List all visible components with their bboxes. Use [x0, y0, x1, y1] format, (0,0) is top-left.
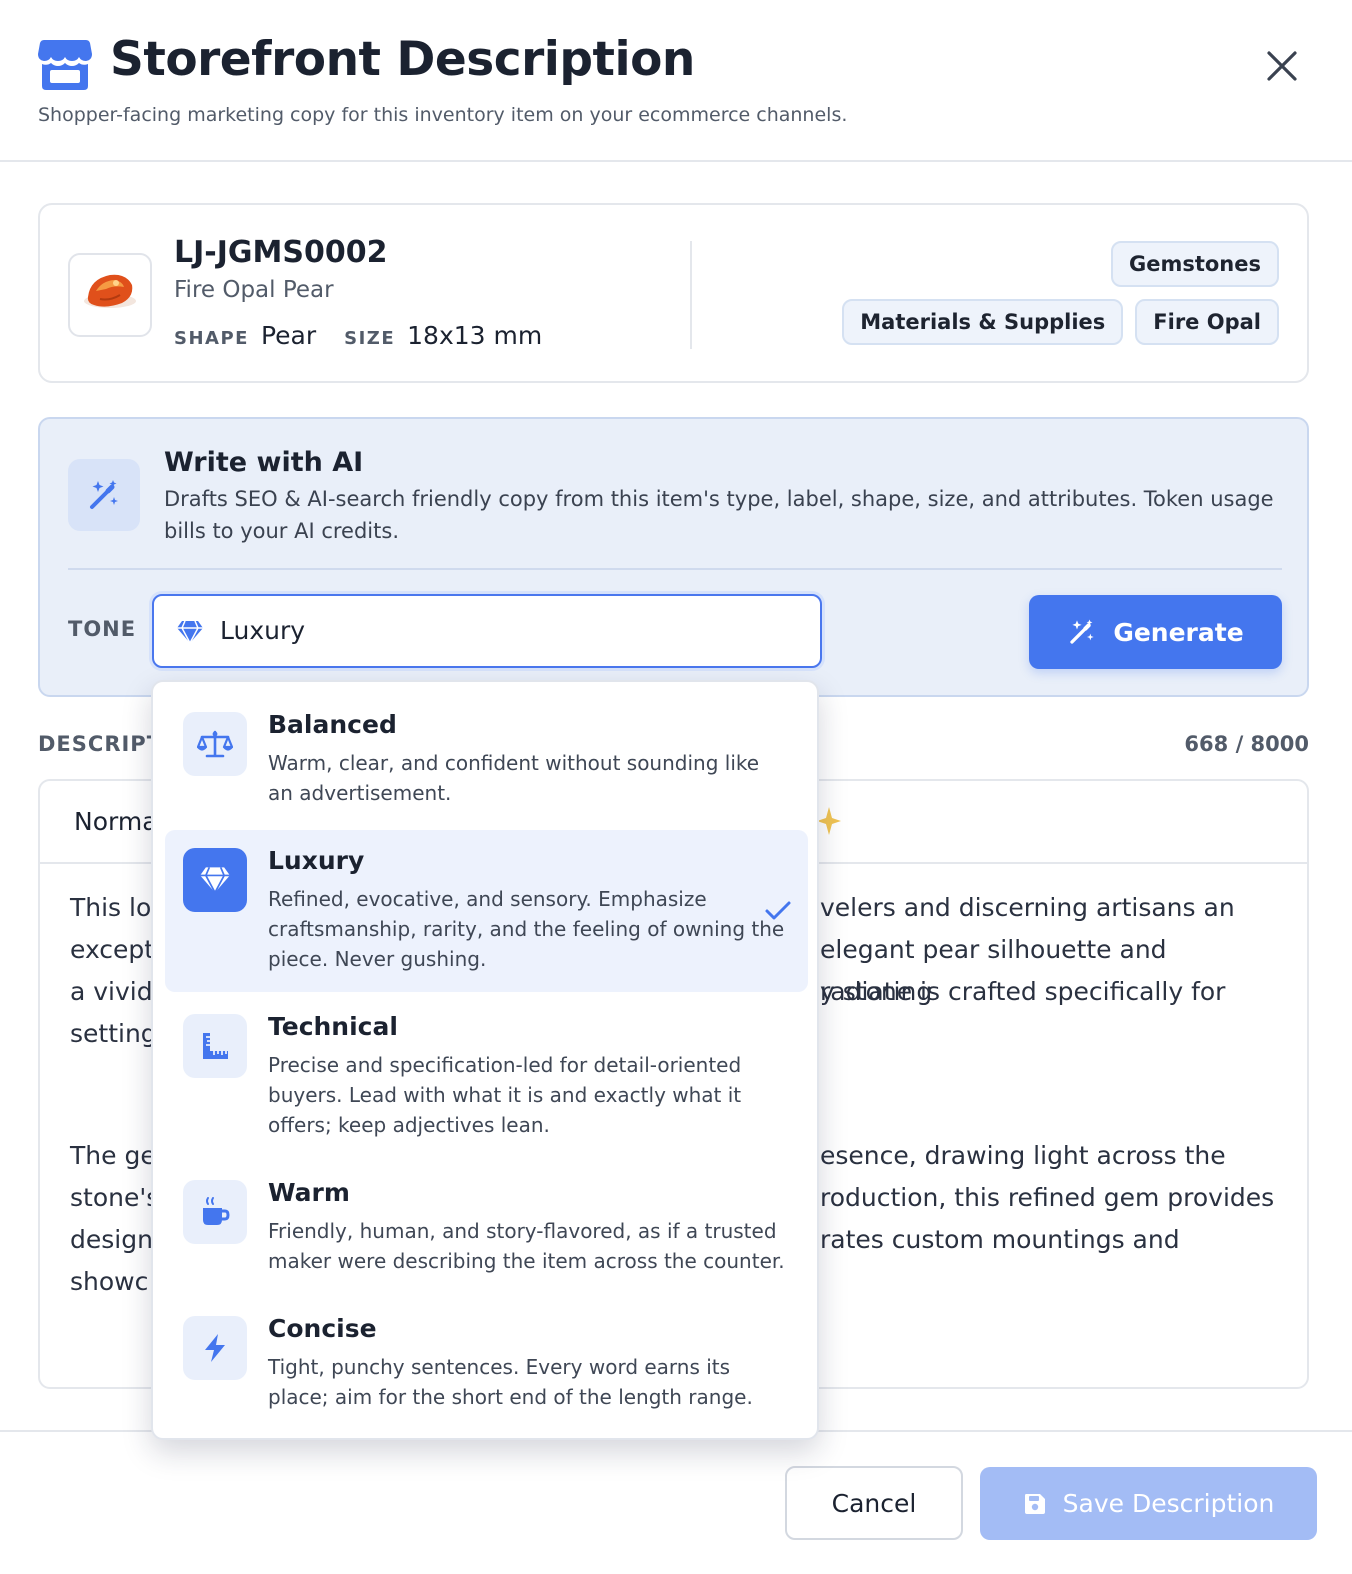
- tone-option-balanced[interactable]: Balanced Warm, clear, and confident with…: [165, 694, 808, 828]
- line-left: setting: [70, 1019, 157, 1048]
- modal-footer: Cancel Save Description: [0, 1430, 1352, 1574]
- write-with-ai-panel: Write with AI Drafts SEO & AI-search fri…: [38, 417, 1309, 697]
- ai-description: Drafts SEO & AI-search friendly copy fro…: [164, 487, 1274, 543]
- character-count: 668 / 8000: [1184, 732, 1309, 756]
- line-right: roduction, this refined gem provides: [820, 1183, 1275, 1212]
- close-icon[interactable]: [1262, 46, 1302, 86]
- generate-button[interactable]: Generate: [1029, 595, 1282, 669]
- item-thumbnail: [68, 253, 152, 337]
- line-left: The ge: [70, 1141, 156, 1170]
- gem-icon: [177, 620, 203, 644]
- description-label: DESCRIPT: [38, 732, 163, 756]
- tone-option-warm[interactable]: Warm Friendly, human, and story-flavored…: [165, 1166, 808, 1296]
- tone-option-luxury[interactable]: Luxury Refined, evocative, and sensory. …: [165, 830, 808, 992]
- ai-icon-box: [68, 459, 140, 531]
- line-right: velers and discerning artisans an: [820, 893, 1235, 922]
- storefront-description-modal: Storefront Description Shopper-facing ma…: [0, 0, 1352, 1574]
- line-left: design: [70, 1225, 153, 1254]
- format-select[interactable]: Norma: [74, 807, 158, 836]
- option-title: Balanced: [268, 710, 397, 739]
- line-left: except: [70, 935, 155, 964]
- save-icon: [1024, 1493, 1045, 1514]
- ai-divider: [68, 568, 1282, 570]
- item-summary-card: LJ-JGMS0002 Fire Opal Pear SHAPE Pear SI…: [38, 203, 1309, 383]
- item-sku: LJ-JGMS0002: [174, 235, 388, 270]
- option-description: Precise and specification-led for detail…: [268, 1053, 742, 1137]
- sparkle-icon[interactable]: [816, 806, 842, 836]
- check-icon: [765, 901, 791, 920]
- gem-icon: [183, 848, 247, 912]
- line-left: stone's: [70, 1183, 160, 1212]
- tag-fire-opal: Fire Opal: [1135, 299, 1279, 345]
- coffee-mug-icon: [183, 1180, 247, 1244]
- tag-materials-supplies: Materials & Supplies: [842, 299, 1124, 345]
- line-right: y stone is crafted specifically for: [820, 977, 1226, 1006]
- tag-gemstones: Gemstones: [1110, 241, 1279, 287]
- magic-wand-icon: [90, 480, 118, 509]
- lightning-bolt-icon: [183, 1316, 247, 1380]
- tone-select[interactable]: Luxury: [152, 594, 822, 668]
- tone-dropdown-menu: Balanced Warm, clear, and confident with…: [151, 680, 819, 1440]
- magic-wand-icon: [1070, 619, 1094, 644]
- size-value: 18x13 mm: [407, 321, 543, 350]
- option-description: Warm, clear, and confident without sound…: [268, 751, 760, 805]
- size-label: SIZE: [344, 328, 396, 349]
- ruler-icon: [183, 1014, 247, 1078]
- item-name: Fire Opal Pear: [174, 277, 334, 303]
- shape-value: Pear: [260, 321, 317, 350]
- line-right: esence, drawing light across the: [820, 1141, 1226, 1170]
- cancel-button[interactable]: Cancel: [785, 1466, 963, 1540]
- option-title: Concise: [268, 1314, 377, 1343]
- line-right: rates custom mountings and: [820, 1225, 1180, 1254]
- item-attributes: SHAPE Pear SIZE 18x13 mm: [174, 321, 570, 350]
- fire-opal-image: [84, 274, 136, 308]
- line-left: showc: [70, 1267, 149, 1296]
- save-label: Save Description: [1062, 1489, 1275, 1518]
- ai-title: Write with AI: [164, 447, 364, 478]
- option-title: Warm: [268, 1178, 350, 1207]
- page-subtitle: Shopper-facing marketing copy for this i…: [38, 104, 848, 126]
- tone-option-concise[interactable]: Concise Tight, punchy sentences. Every w…: [165, 1302, 808, 1432]
- option-description: Tight, punchy sentences. Every word earn…: [268, 1355, 753, 1409]
- card-divider: [690, 241, 692, 349]
- option-title: Technical: [268, 1012, 398, 1041]
- tone-select-value: Luxury: [220, 616, 306, 645]
- option-description: Friendly, human, and story-flavored, as …: [268, 1219, 785, 1273]
- option-description: Refined, evocative, and sensory. Emphasi…: [268, 887, 785, 971]
- generate-label: Generate: [1113, 617, 1244, 647]
- page-title: Storefront Description: [110, 32, 695, 87]
- tone-label: TONE: [68, 617, 137, 641]
- item-tags: Gemstones Materials & Supplies Fire Opal: [839, 241, 1279, 345]
- line-left: a vivid: [70, 977, 153, 1006]
- save-description-button[interactable]: Save Description: [980, 1467, 1317, 1540]
- option-title: Luxury: [268, 846, 365, 875]
- balance-scale-icon: [183, 712, 247, 776]
- storefront-icon: [38, 40, 92, 90]
- tone-option-technical[interactable]: Technical Precise and specification-led …: [165, 1000, 808, 1160]
- shape-label: SHAPE: [174, 328, 249, 349]
- line-left: This lo: [70, 893, 152, 922]
- modal-header: Storefront Description Shopper-facing ma…: [0, 0, 1352, 162]
